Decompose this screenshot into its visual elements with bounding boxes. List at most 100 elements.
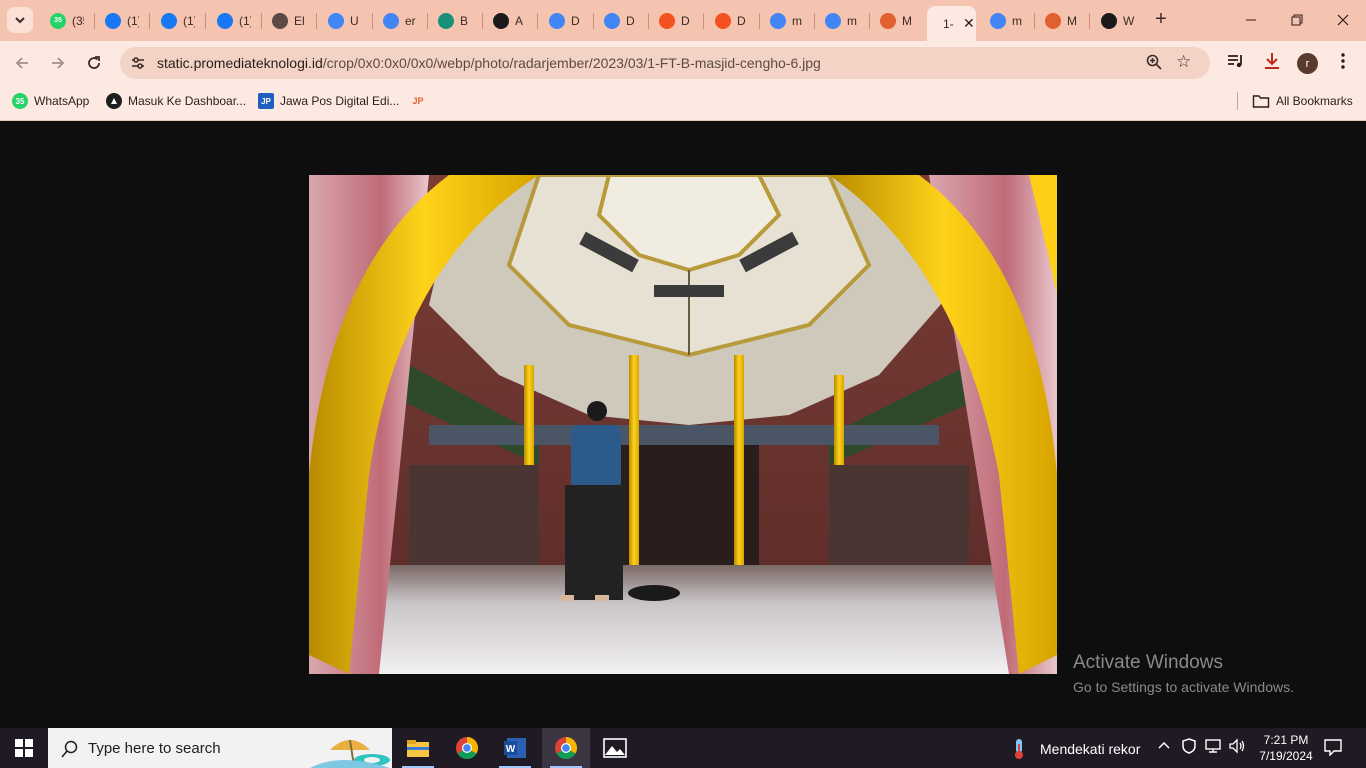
browser-tab[interactable]: D xyxy=(705,6,759,35)
bookmark-jp[interactable]: JP xyxy=(410,93,432,109)
tab-separator xyxy=(703,13,704,29)
browser-tab[interactable]: D xyxy=(539,6,593,35)
six-icon xyxy=(715,12,731,29)
back-button[interactable] xyxy=(9,50,35,76)
browser-tab[interactable]: m xyxy=(815,6,869,35)
browser-tab[interactable]: m xyxy=(760,6,814,35)
start-button[interactable] xyxy=(0,728,48,768)
site-info-icon[interactable] xyxy=(129,54,147,72)
tab-title: B xyxy=(460,13,469,28)
taskbar-word[interactable]: W xyxy=(491,728,539,768)
browser-tab[interactable]: (1) xyxy=(151,6,205,35)
browser-tab[interactable]: (1) xyxy=(95,6,149,35)
chrome-icon xyxy=(555,737,577,759)
weather-widget[interactable]: Mendekati rekor xyxy=(1010,738,1140,760)
notification-center-button[interactable] xyxy=(1324,738,1342,759)
image-viewer: Activate Windows Go to Settings to activ… xyxy=(0,121,1366,728)
mosque-interior-photo[interactable] xyxy=(309,175,1057,674)
close-window-button[interactable] xyxy=(1320,0,1366,40)
close-tab-icon[interactable]: ✕ xyxy=(963,15,975,32)
browser-tab[interactable]: M xyxy=(1035,6,1089,35)
bookmark-label: WhatsApp xyxy=(34,94,90,108)
browser-tab[interactable]: 1- ✕ xyxy=(927,6,976,41)
jawapos-icon: JP xyxy=(258,93,274,109)
jp-icon xyxy=(1045,12,1061,29)
browser-tab[interactable]: M xyxy=(870,6,924,35)
tab-title: (35) xyxy=(72,13,84,28)
folder-icon xyxy=(1252,95,1270,108)
url-text: static.promediateknologi.id/crop/0x0:0x0… xyxy=(157,55,821,71)
browser-tab[interactable]: (1) xyxy=(207,6,261,35)
tab-separator xyxy=(537,13,538,29)
restore-button[interactable] xyxy=(1274,0,1320,40)
taskbar-photos[interactable] xyxy=(591,728,639,768)
network-tray-button[interactable] xyxy=(1204,738,1222,757)
address-bar[interactable]: static.promediateknologi.id/crop/0x0:0x0… xyxy=(120,47,1210,79)
media-queue-icon xyxy=(1228,55,1242,68)
show-hidden-icons-button[interactable] xyxy=(1157,738,1171,755)
browser-tab[interactable]: El xyxy=(262,6,316,35)
bookmark-dashboard[interactable]: Masuk Ke Dashboar... xyxy=(106,93,246,109)
watermark-subtitle: Go to Settings to activate Windows. xyxy=(1073,679,1294,695)
volume-tray-button[interactable] xyxy=(1228,738,1246,757)
minimize-button[interactable] xyxy=(1228,0,1274,40)
taskbar-search-box[interactable]: Type here to search xyxy=(48,728,392,768)
dashboard-icon xyxy=(106,93,122,109)
browser-tab[interactable]: er xyxy=(373,6,427,35)
tab-separator xyxy=(149,13,150,29)
bookmark-star-icon[interactable]: ☆ xyxy=(1176,52,1191,72)
all-bookmarks-button[interactable]: All Bookmarks xyxy=(1252,93,1353,109)
taskbar-chrome-active[interactable] xyxy=(542,728,590,768)
tab-title: D xyxy=(681,13,690,28)
tab-title: 1- xyxy=(943,16,954,31)
url-host: static.promediateknologi.id xyxy=(157,55,323,71)
taskbar-clock[interactable]: 7:21 PM 7/19/2024 xyxy=(1255,732,1317,764)
windows-logo-icon xyxy=(15,739,33,757)
profile-avatar[interactable]: r xyxy=(1297,53,1318,74)
browser-tab[interactable]: m xyxy=(980,6,1034,35)
windows-taskbar: Type here to search W Mendekati rekor 7:… xyxy=(0,728,1366,768)
bookmark-label: Masuk Ke Dashboar... xyxy=(128,94,247,108)
close-icon xyxy=(1337,14,1349,26)
arrow-right-icon xyxy=(52,57,65,69)
minimize-icon xyxy=(1246,19,1256,21)
browser-tab[interactable]: D xyxy=(594,6,648,35)
whatsapp-icon: 35 xyxy=(50,12,66,29)
forward-button[interactable] xyxy=(45,50,71,76)
tab-title: m xyxy=(792,13,802,28)
media-control-button[interactable] xyxy=(1226,51,1246,76)
facebook-icon xyxy=(161,12,177,29)
bookmarks-bar: 35 WhatsApp Masuk Ke Dashboar... JP Jawa… xyxy=(0,85,1366,121)
tab-title: D xyxy=(571,13,580,28)
tab-title: U xyxy=(350,13,359,28)
browser-tab[interactable]: B xyxy=(428,6,482,35)
watermark-title: Activate Windows xyxy=(1073,652,1223,673)
bookmark-jawapos[interactable]: JP Jawa Pos Digital Edi... xyxy=(258,93,399,109)
taskbar-chrome[interactable] xyxy=(443,728,491,768)
tab-separator xyxy=(316,13,317,29)
chrome-menu-button[interactable] xyxy=(1336,51,1350,76)
browser-tab[interactable]: W xyxy=(1091,6,1145,35)
chrome-icon xyxy=(456,737,478,759)
restore-icon xyxy=(1291,14,1303,26)
security-tray-button[interactable] xyxy=(1181,738,1197,757)
tab-search-button[interactable] xyxy=(7,7,33,33)
taskbar-file-explorer[interactable] xyxy=(394,728,442,768)
bookmark-whatsapp[interactable]: 35 WhatsApp xyxy=(12,93,89,109)
browser-tab[interactable]: U xyxy=(318,6,372,35)
beach-umbrella-icon xyxy=(310,739,390,768)
browser-tab[interactable]: 35 (35) xyxy=(40,6,94,35)
new-tab-button[interactable]: + xyxy=(1150,8,1172,30)
browser-tab[interactable]: D xyxy=(649,6,703,35)
notification-icon xyxy=(1324,739,1342,757)
tab-title: El xyxy=(294,13,305,28)
reload-button[interactable] xyxy=(81,50,107,76)
zoom-icon[interactable] xyxy=(1145,53,1163,71)
all-bookmarks-label: All Bookmarks xyxy=(1276,94,1353,108)
jp-logo-icon: JP xyxy=(412,96,424,106)
chevron-down-icon xyxy=(15,17,25,24)
browser-tab[interactable]: A xyxy=(483,6,537,35)
tab-title: D xyxy=(737,13,746,28)
google-icon xyxy=(990,12,1006,29)
downloads-button[interactable] xyxy=(1262,51,1282,76)
